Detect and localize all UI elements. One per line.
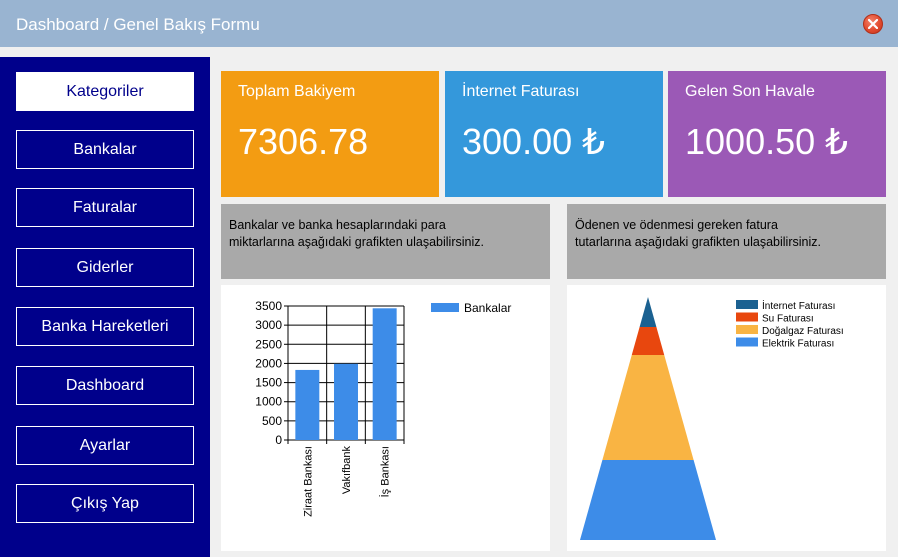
legend-label: Doğalgaz Faturası [762,326,844,337]
legend-swatch [736,325,758,334]
legend-swatch [431,303,459,312]
tile-last-transfer: Gelen Son Havale 1000.50 ₺ [668,71,886,197]
bill-chart-panel: İnternet Faturası Su Faturası Doğalgaz Fat… [567,285,886,551]
bar [295,369,320,440]
info-banks-line1: Bankalar ve banka hesaplarındaki para [229,218,446,232]
sidebar-item-ayarlar[interactable]: Ayarlar [16,426,194,465]
y-tick-label: 1500 [255,376,282,390]
sidebar-item-giderler[interactable]: Giderler [16,248,194,287]
close-icon[interactable] [863,14,883,34]
info-banks: Bankalar ve banka hesaplarındaki para mi… [221,204,550,279]
legend-swatch [736,300,758,309]
sidebar-item-banka-hareketleri[interactable]: Banka Hareketleri [16,307,194,346]
sidebar-item-kategoriler[interactable]: Kategoriler [16,72,194,111]
info-bills-line1: Ödenen ve ödenmesi gereken fatura [575,218,778,232]
pyramid-segment [639,297,657,327]
sidebar-item-dashboard[interactable]: Dashboard [16,366,194,405]
info-banks-line2: miktarlarına aşağıdaki grafikten ulaşabi… [229,235,484,249]
tile-value: 300.00 ₺ [462,121,606,162]
tile-internet-bill: İnternet Faturası 300.00 ₺ [445,71,663,197]
y-tick-label: 2000 [255,356,282,370]
tile-title: Toplam Bakiyem [238,83,356,100]
y-tick-label: 3000 [255,318,282,332]
tile-value: 1000.50 ₺ [685,121,849,162]
sidebar-item-bankalar[interactable]: Bankalar [16,130,194,169]
legend-swatch [736,337,758,347]
y-tick-label: 3500 [255,299,282,313]
pyramid-segment [602,355,694,460]
tile-total-balance: Toplam Bakiyem 7306.78 [221,71,439,197]
pyramid-segment [631,327,665,355]
bank-chart-panel: 3500 3000 2500 2000 1500 1000 500 0 Ziraat Banka… [221,285,550,551]
legend-swatch [736,312,758,322]
bar [372,308,397,440]
legend-label: Bankalar [464,301,511,315]
x-tick-label: Ziraat Bankası [302,446,314,517]
y-tick-label: 1000 [255,395,282,409]
y-tick-label: 2500 [255,337,282,351]
sidebar-item-faturalar[interactable]: Faturalar [16,188,194,227]
pyramid-segment [580,460,716,540]
info-bills-line2: tutarlarına aşağıdaki grafikten ulaşabil… [575,235,821,249]
x-tick-label: Vakıfbank [341,446,353,495]
sidebar: Kategoriler Bankalar Faturalar Giderler … [0,57,210,557]
tile-value: 7306.78 [238,121,369,162]
legend-label: Su Faturası [762,314,814,325]
bank-bar-chart: 3500 3000 2500 2000 1500 1000 500 0 Ziraat Banka… [255,299,511,517]
bar [334,363,358,440]
tile-title: Gelen Son Havale [685,83,815,100]
legend-label: Elektrik Faturası [762,339,834,350]
y-tick-label: 500 [262,414,282,428]
sidebar-item-cikis-yap[interactable]: Çıkış Yap [16,484,194,523]
x-tick-label: İş Bankası [379,446,392,497]
legend-label: İnternet Faturası [762,299,835,312]
info-bills: Ödenen ve ödenmesi gereken fatura tutarl… [567,204,886,279]
bill-pyramid-chart: İnternet Faturası Su FaturasıDoğalgaz Fat… [580,297,844,540]
window-title: Dashboard / Genel Bakış Formu [16,15,260,34]
tile-title: İnternet Faturası [462,83,580,100]
title-bar: Dashboard / Genel Bakış Formu [0,0,898,47]
y-tick-label: 0 [275,433,282,447]
